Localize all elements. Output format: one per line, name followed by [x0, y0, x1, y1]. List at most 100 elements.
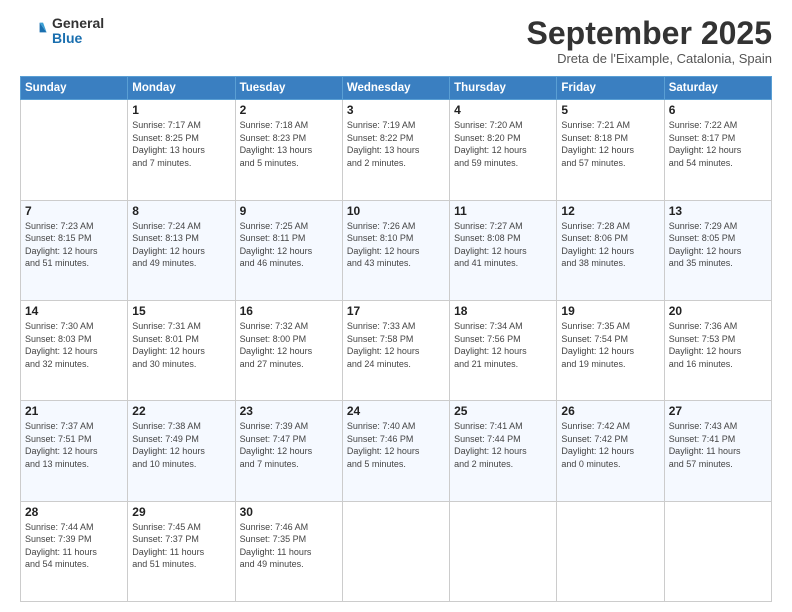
day-info: Sunrise: 7:28 AMSunset: 8:06 PMDaylight:…	[561, 220, 659, 270]
day-info: Sunrise: 7:19 AMSunset: 8:22 PMDaylight:…	[347, 119, 445, 169]
calendar-cell: 24 Sunrise: 7:40 AMSunset: 7:46 PMDayligh…	[342, 401, 449, 501]
day-number: 29	[132, 505, 230, 519]
logo-text: General Blue	[52, 16, 104, 47]
calendar-cell: 4 Sunrise: 7:20 AMSunset: 8:20 PMDaylight…	[450, 100, 557, 200]
calendar-week-2: 7Sunrise: 7:23 AMSunset: 8:15 PMDaylight…	[21, 200, 772, 300]
calendar-cell: 7Sunrise: 7:23 AMSunset: 8:15 PMDaylight…	[21, 200, 128, 300]
calendar-cell: 3Sunrise: 7:19 AMSunset: 8:22 PMDaylight…	[342, 100, 449, 200]
day-number: 22	[132, 404, 230, 418]
day-number: 2	[240, 103, 338, 117]
calendar-cell: 5 Sunrise: 7:21 AMSunset: 8:18 PMDaylight…	[557, 100, 664, 200]
day-info: Sunrise: 7:42 AMSunset: 7:42 PMDaylight:…	[561, 420, 659, 470]
day-number: 13	[669, 204, 767, 218]
calendar-cell	[664, 501, 771, 601]
calendar-cell: 26 Sunrise: 7:42 AMSunset: 7:42 PMDayligh…	[557, 401, 664, 501]
day-number: 24	[347, 404, 445, 418]
day-info: Sunrise: 7:22 AMSunset: 8:17 PMDaylight:…	[669, 119, 767, 169]
day-info: Sunrise: 7:38 AMSunset: 7:49 PMDaylight:…	[132, 420, 230, 470]
day-info: Sunrise: 7:24 AMSunset: 8:13 PMDaylight:…	[132, 220, 230, 270]
day-info: Sunrise: 7:36 AMSunset: 7:53 PMDaylight:…	[669, 320, 767, 370]
day-number: 18	[454, 304, 552, 318]
weekday-header-wednesday: Wednesday	[342, 77, 449, 100]
calendar-week-4: 21Sunrise: 7:37 AMSunset: 7:51 PMDayligh…	[21, 401, 772, 501]
calendar-cell: 30Sunrise: 7:46 AMSunset: 7:35 PMDayligh…	[235, 501, 342, 601]
weekday-header-monday: Monday	[128, 77, 235, 100]
day-info: Sunrise: 7:32 AMSunset: 8:00 PMDaylight:…	[240, 320, 338, 370]
month-title: September 2025	[527, 16, 772, 51]
day-number: 8	[132, 204, 230, 218]
day-number: 27	[669, 404, 767, 418]
day-info: Sunrise: 7:41 AMSunset: 7:44 PMDaylight:…	[454, 420, 552, 470]
calendar-cell	[342, 501, 449, 601]
day-info: Sunrise: 7:33 AMSunset: 7:58 PMDaylight:…	[347, 320, 445, 370]
day-info: Sunrise: 7:20 AMSunset: 8:20 PMDaylight:…	[454, 119, 552, 169]
weekday-header-friday: Friday	[557, 77, 664, 100]
day-number: 19	[561, 304, 659, 318]
day-info: Sunrise: 7:27 AMSunset: 8:08 PMDaylight:…	[454, 220, 552, 270]
calendar-table: SundayMondayTuesdayWednesdayThursdayFrid…	[20, 76, 772, 602]
weekday-header-saturday: Saturday	[664, 77, 771, 100]
day-number: 4	[454, 103, 552, 117]
weekday-header-thursday: Thursday	[450, 77, 557, 100]
day-number: 20	[669, 304, 767, 318]
calendar-cell: 16 Sunrise: 7:32 AMSunset: 8:00 PMDayligh…	[235, 300, 342, 400]
calendar-cell: 15Sunrise: 7:31 AMSunset: 8:01 PMDayligh…	[128, 300, 235, 400]
calendar-cell: 9Sunrise: 7:25 AMSunset: 8:11 PMDaylight…	[235, 200, 342, 300]
day-number: 11	[454, 204, 552, 218]
day-number: 16	[240, 304, 338, 318]
location-subtitle: Dreta de l'Eixample, Catalonia, Spain	[527, 51, 772, 66]
day-info: Sunrise: 7:23 AMSunset: 8:15 PMDaylight:…	[25, 220, 123, 270]
calendar-cell: 28Sunrise: 7:44 AMSunset: 7:39 PMDayligh…	[21, 501, 128, 601]
calendar-cell: 1 Sunrise: 7:17 AMSunset: 8:25 PMDaylight…	[128, 100, 235, 200]
calendar-cell: 25Sunrise: 7:41 AMSunset: 7:44 PMDayligh…	[450, 401, 557, 501]
page: General Blue September 2025 Dreta de l'E…	[0, 0, 792, 612]
weekday-header-row: SundayMondayTuesdayWednesdayThursdayFrid…	[21, 77, 772, 100]
calendar-cell	[450, 501, 557, 601]
logo-blue: Blue	[52, 31, 104, 46]
day-number: 23	[240, 404, 338, 418]
calendar-cell: 14 Sunrise: 7:30 AMSunset: 8:03 PMDayligh…	[21, 300, 128, 400]
calendar-cell: 11 Sunrise: 7:27 AMSunset: 8:08 PMDayligh…	[450, 200, 557, 300]
day-number: 14	[25, 304, 123, 318]
day-info: Sunrise: 7:35 AMSunset: 7:54 PMDaylight:…	[561, 320, 659, 370]
weekday-header-sunday: Sunday	[21, 77, 128, 100]
calendar-cell: 19 Sunrise: 7:35 AMSunset: 7:54 PMDayligh…	[557, 300, 664, 400]
calendar-week-5: 28Sunrise: 7:44 AMSunset: 7:39 PMDayligh…	[21, 501, 772, 601]
day-number: 10	[347, 204, 445, 218]
logo-icon	[20, 17, 48, 45]
day-number: 26	[561, 404, 659, 418]
day-info: Sunrise: 7:46 AMSunset: 7:35 PMDaylight:…	[240, 521, 338, 571]
calendar-cell: 27Sunrise: 7:43 AMSunset: 7:41 PMDayligh…	[664, 401, 771, 501]
day-info: Sunrise: 7:26 AMSunset: 8:10 PMDaylight:…	[347, 220, 445, 270]
logo: General Blue	[20, 16, 104, 47]
day-number: 6	[669, 103, 767, 117]
day-info: Sunrise: 7:39 AMSunset: 7:47 PMDaylight:…	[240, 420, 338, 470]
calendar-cell: 18Sunrise: 7:34 AMSunset: 7:56 PMDayligh…	[450, 300, 557, 400]
day-number: 15	[132, 304, 230, 318]
title-block: September 2025 Dreta de l'Eixample, Cata…	[527, 16, 772, 66]
calendar-cell: 23 Sunrise: 7:39 AMSunset: 7:47 PMDayligh…	[235, 401, 342, 501]
calendar-cell	[557, 501, 664, 601]
day-info: Sunrise: 7:37 AMSunset: 7:51 PMDaylight:…	[25, 420, 123, 470]
day-number: 5	[561, 103, 659, 117]
calendar-week-1: 1 Sunrise: 7:17 AMSunset: 8:25 PMDaylight…	[21, 100, 772, 200]
calendar-cell: 29 Sunrise: 7:45 AMSunset: 7:37 PMDayligh…	[128, 501, 235, 601]
calendar-cell	[21, 100, 128, 200]
calendar-cell: 8 Sunrise: 7:24 AMSunset: 8:13 PMDaylight…	[128, 200, 235, 300]
day-info: Sunrise: 7:17 AMSunset: 8:25 PMDaylight:…	[132, 119, 230, 169]
day-info: Sunrise: 7:21 AMSunset: 8:18 PMDaylight:…	[561, 119, 659, 169]
day-info: Sunrise: 7:44 AMSunset: 7:39 PMDaylight:…	[25, 521, 123, 571]
calendar-cell: 6 Sunrise: 7:22 AMSunset: 8:17 PMDaylight…	[664, 100, 771, 200]
day-info: Sunrise: 7:18 AMSunset: 8:23 PMDaylight:…	[240, 119, 338, 169]
day-info: Sunrise: 7:29 AMSunset: 8:05 PMDaylight:…	[669, 220, 767, 270]
calendar-cell: 21Sunrise: 7:37 AMSunset: 7:51 PMDayligh…	[21, 401, 128, 501]
day-number: 9	[240, 204, 338, 218]
calendar-cell: 20 Sunrise: 7:36 AMSunset: 7:53 PMDayligh…	[664, 300, 771, 400]
day-info: Sunrise: 7:45 AMSunset: 7:37 PMDaylight:…	[132, 521, 230, 571]
calendar-cell: 10 Sunrise: 7:26 AMSunset: 8:10 PMDayligh…	[342, 200, 449, 300]
day-info: Sunrise: 7:40 AMSunset: 7:46 PMDaylight:…	[347, 420, 445, 470]
weekday-header-tuesday: Tuesday	[235, 77, 342, 100]
day-number: 12	[561, 204, 659, 218]
day-number: 1	[132, 103, 230, 117]
day-info: Sunrise: 7:30 AMSunset: 8:03 PMDaylight:…	[25, 320, 123, 370]
